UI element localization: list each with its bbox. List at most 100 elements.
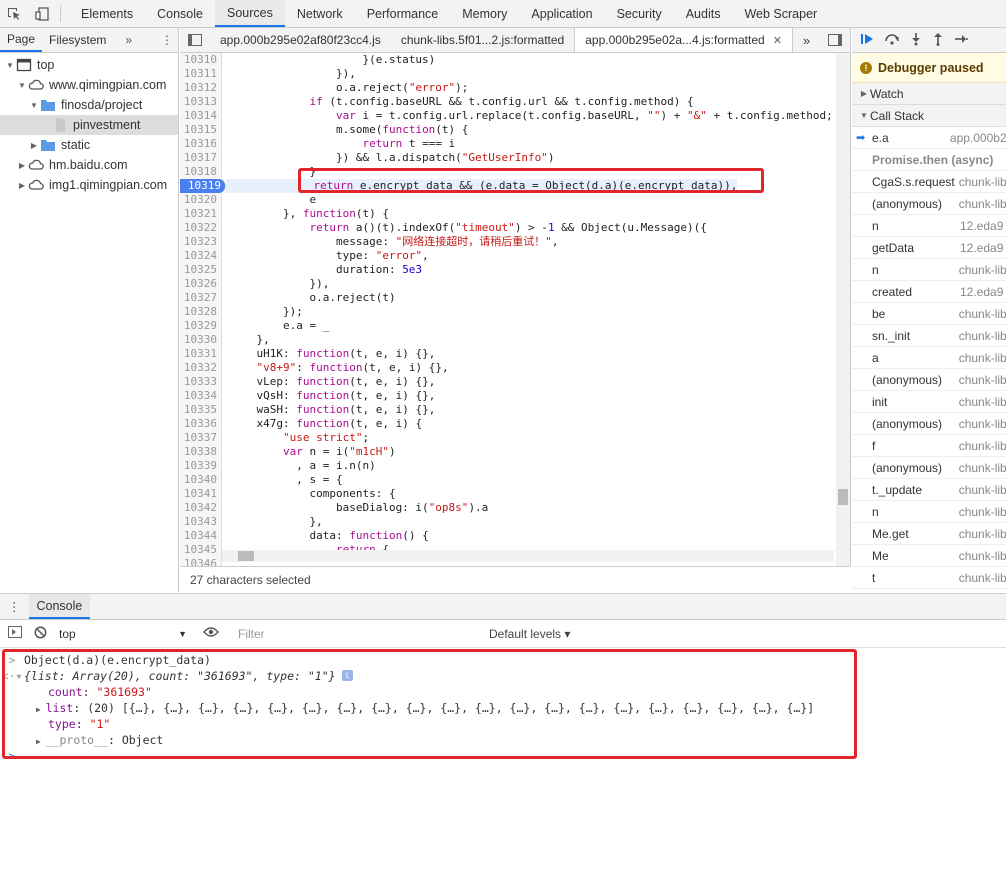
code-line[interactable]: 10321 }, function(t) {: [180, 207, 834, 221]
step-out-icon[interactable]: [932, 32, 944, 49]
kebab-menu-icon[interactable]: ⋮: [156, 28, 178, 52]
tab-console[interactable]: Console: [28, 594, 91, 619]
line-number[interactable]: 10311: [180, 67, 222, 81]
code-line[interactable]: 10339 , a = i.n(n): [180, 459, 834, 473]
tree-item[interactable]: ▶ hm.baidu.com: [0, 155, 178, 175]
code-line[interactable]: 10323 message: "网络连接超时，请稍后重试！",: [180, 235, 834, 249]
tab-filesystem[interactable]: Filesystem: [42, 28, 113, 52]
code-line[interactable]: 10326 }),: [180, 277, 834, 291]
code-line[interactable]: 10310 }(e.status): [180, 53, 834, 67]
line-number[interactable]: 10338: [180, 445, 222, 459]
code-line[interactable]: 10330 },: [180, 333, 834, 347]
call-stack-header[interactable]: ▼ Call Stack: [852, 105, 1006, 127]
line-number[interactable]: 10324: [180, 249, 222, 263]
line-number[interactable]: 10342: [180, 501, 222, 515]
tab-elements[interactable]: Elements: [69, 0, 145, 27]
line-number[interactable]: 10344: [180, 529, 222, 543]
close-icon[interactable]: ✕: [773, 34, 782, 47]
code-line[interactable]: 10311 }),: [180, 67, 834, 81]
tab-console[interactable]: Console: [145, 0, 215, 27]
inspect-element-icon[interactable]: [0, 0, 28, 27]
code-line[interactable]: 10336 x47g: function(t, e, i) {: [180, 417, 834, 431]
breakpoint-line-number[interactable]: 10319: [180, 179, 226, 193]
tab-page[interactable]: Page: [0, 28, 43, 52]
call-frame[interactable]: (anonymous) chunk-lib: [852, 413, 1006, 435]
call-frame[interactable]: n chunk-lib: [852, 501, 1006, 523]
line-number[interactable]: 10345: [180, 543, 222, 557]
toggle-debugger-icon[interactable]: [820, 28, 850, 52]
line-number[interactable]: 10316: [180, 137, 222, 151]
tree-item[interactable]: ▼ top: [0, 55, 178, 75]
toggle-navigator-icon[interactable]: [180, 28, 210, 52]
call-frame[interactable]: CgaS.s.request chunk-lib: [852, 171, 1006, 193]
line-number[interactable]: 10310: [180, 53, 222, 67]
code-line[interactable]: 10331 uH1K: function(t, e, i) {},: [180, 347, 834, 361]
call-frame[interactable]: f chunk-lib: [852, 435, 1006, 457]
code-line[interactable]: 10335 waSH: function(t, e, i) {},: [180, 403, 834, 417]
code-line[interactable]: 10315 m.some(function(t) {: [180, 123, 834, 137]
code-line[interactable]: 10342 baseDialog: i("op8s").a: [180, 501, 834, 515]
code-line[interactable]: 10338 var n = i("m1cH"): [180, 445, 834, 459]
line-number[interactable]: 10323: [180, 235, 222, 249]
tab-memory[interactable]: Memory: [450, 0, 519, 27]
code-line[interactable]: 10322 return a()(t).indexOf("timeout") >…: [180, 221, 834, 235]
line-number[interactable]: 10329: [180, 319, 222, 333]
call-frame[interactable]: t chunk-lib: [852, 567, 1006, 589]
tree-item[interactable]: ▶ img1.qimingpian.com: [0, 175, 178, 195]
code-line[interactable]: 10325 duration: 5e3: [180, 263, 834, 277]
code-line[interactable]: 10329 e.a = _: [180, 319, 834, 333]
tab-audits[interactable]: Audits: [674, 0, 733, 27]
editor-tab[interactable]: app.000b295e02af80f23cc4.js: [210, 28, 391, 52]
call-frame[interactable]: init chunk-lib: [852, 391, 1006, 413]
more-tabs-button[interactable]: »: [125, 28, 132, 52]
code-line[interactable]: 10343 },: [180, 515, 834, 529]
line-number[interactable]: 10339: [180, 459, 222, 473]
tab-sources[interactable]: Sources: [214, 0, 285, 27]
line-number[interactable]: 10331: [180, 347, 222, 361]
vertical-scrollbar[interactable]: [836, 53, 850, 578]
drawer-menu-icon[interactable]: ⋮: [0, 594, 29, 619]
line-number[interactable]: 10325: [180, 263, 222, 277]
call-frame[interactable]: getData 12.eda9: [852, 237, 1006, 259]
call-frame[interactable]: n 12.eda9: [852, 215, 1006, 237]
tree-item[interactable]: ▼ www.qimingpian.com: [0, 75, 178, 95]
more-editor-tabs-button[interactable]: »: [793, 28, 820, 52]
line-number[interactable]: 10332: [180, 361, 222, 375]
levels-dropdown[interactable]: Default levels ▾: [489, 627, 570, 641]
call-frame[interactable]: ➡ e.a app.000b29: [852, 127, 1006, 149]
line-number[interactable]: 10334: [180, 389, 222, 403]
step-over-icon[interactable]: [884, 32, 900, 49]
context-selector[interactable]: top ▼: [55, 624, 193, 644]
line-number[interactable]: 10337: [180, 431, 222, 445]
editor-tab[interactable]: app.000b295e02a...4.js:formatted ✕: [574, 28, 793, 52]
line-number[interactable]: 10320: [180, 193, 222, 207]
code-line[interactable]: 10344 data: function() {: [180, 529, 834, 543]
call-frame[interactable]: Me.get chunk-lib: [852, 523, 1006, 545]
line-number[interactable]: 10326: [180, 277, 222, 291]
tree-item[interactable]: ▶ static: [0, 135, 178, 155]
code-line[interactable]: 10316 return t === i: [180, 137, 834, 151]
line-number[interactable]: 10327: [180, 291, 222, 305]
tab-application[interactable]: Application: [519, 0, 604, 27]
clear-console-icon[interactable]: [34, 626, 47, 642]
code-line[interactable]: 10324 type: "error",: [180, 249, 834, 263]
call-frame[interactable]: (anonymous) chunk-lib: [852, 369, 1006, 391]
code-line[interactable]: 10332 "v8+9": function(t, e, i) {},: [180, 361, 834, 375]
code-line[interactable]: 10313 if (t.config.baseURL && t.config.u…: [180, 95, 834, 109]
step-into-icon[interactable]: [910, 32, 922, 49]
code-line[interactable]: 10312 o.a.reject("error");: [180, 81, 834, 95]
code-line[interactable]: 10334 vQsH: function(t, e, i) {},: [180, 389, 834, 403]
code-line[interactable]: 10340 , s = {: [180, 473, 834, 487]
tab-security[interactable]: Security: [605, 0, 674, 27]
code-line[interactable]: 10327 o.a.reject(t): [180, 291, 834, 305]
code-line[interactable]: 10320 e: [180, 193, 834, 207]
filter-input[interactable]: Filter: [233, 623, 481, 644]
horizontal-scrollbar[interactable]: [222, 550, 834, 562]
line-number[interactable]: 10336: [180, 417, 222, 431]
tree-item[interactable]: ▼ finosda/project: [0, 95, 178, 115]
call-frame[interactable]: created 12.eda9: [852, 281, 1006, 303]
tree-item[interactable]: pinvestment: [0, 115, 178, 135]
call-frame[interactable]: n chunk-lib: [852, 259, 1006, 281]
line-number[interactable]: 10315: [180, 123, 222, 137]
call-frame[interactable]: (anonymous) chunk-lib: [852, 457, 1006, 479]
